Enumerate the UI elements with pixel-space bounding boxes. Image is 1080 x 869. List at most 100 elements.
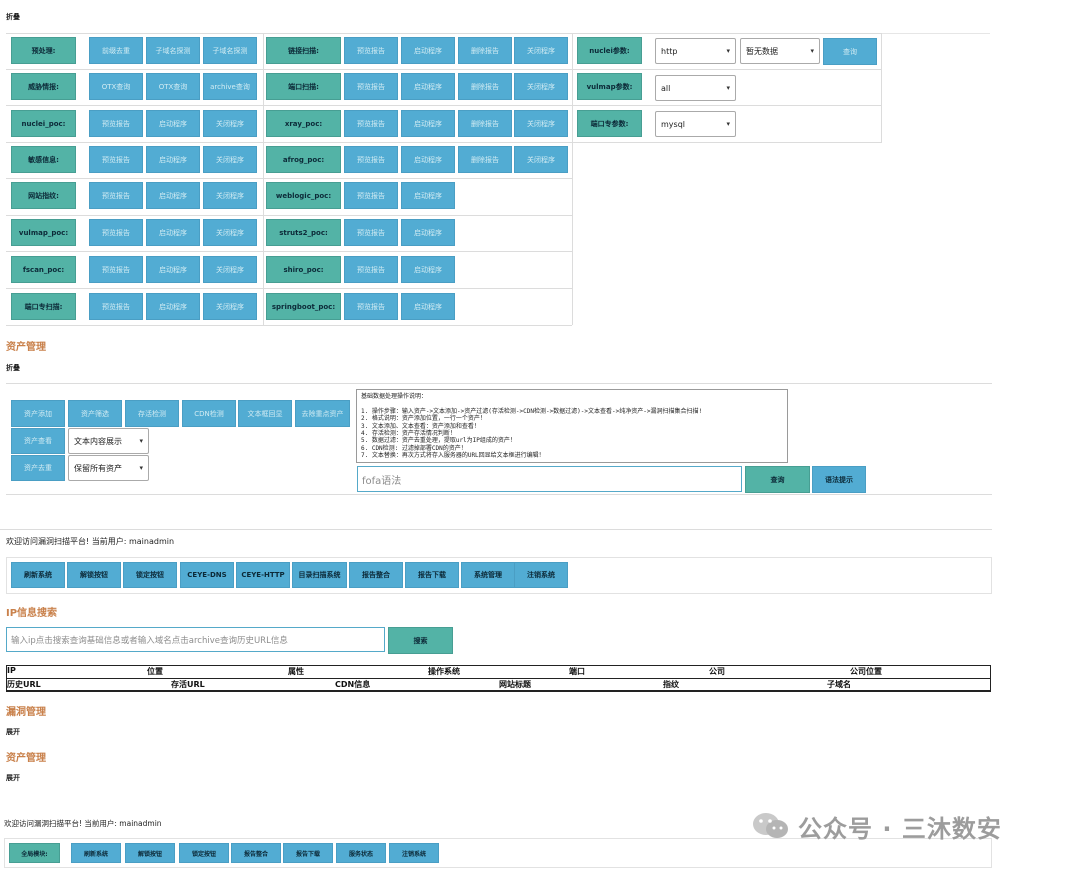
module-button-c2-1-1[interactable]: 启动程序 [401, 73, 455, 100]
port-brute-select[interactable]: mysql ▾ [655, 111, 736, 137]
asset-view-button[interactable]: 资产查看 [11, 428, 65, 454]
chevron-down-icon: ▾ [139, 464, 143, 472]
module-button-c2-4-0[interactable]: 预览报告 [344, 182, 398, 209]
module-button-c1-4-0[interactable]: 预览报告 [89, 182, 143, 209]
module-button-c1-5-1[interactable]: 启动程序 [146, 219, 200, 246]
module-button-c1-3-1[interactable]: 启动程序 [146, 146, 200, 173]
nuclei-protocol-select[interactable]: http ▾ [655, 38, 736, 64]
module-label-c2-3: afrog_poc: [266, 146, 341, 173]
global-module-button-1[interactable]: 解锁按钮 [125, 843, 175, 863]
module-button-c2-2-3[interactable]: 关闭程序 [514, 110, 568, 137]
global-toolbar-button-7[interactable]: 报告下载 [405, 562, 459, 588]
instruction-line: 2. 格式说明：资产添加位置，一行一个资产！ [361, 415, 486, 423]
module-button-c2-1-0[interactable]: 预览报告 [344, 73, 398, 100]
global-module-button-6[interactable]: 注销系统 [389, 843, 439, 863]
fofa-query-input[interactable]: fofa语法 [357, 466, 742, 492]
module-button-c1-3-2[interactable]: 关闭程序 [203, 146, 257, 173]
module-button-c2-3-0[interactable]: 预览报告 [344, 146, 398, 173]
global-module-button-2[interactable]: 锁定按钮 [179, 843, 229, 863]
asset-dedupe-button[interactable]: 资产去重 [11, 455, 65, 481]
module-button-c1-7-2[interactable]: 关闭程序 [203, 293, 257, 320]
module-button-c2-7-1[interactable]: 启动程序 [401, 293, 455, 320]
module-button-c1-1-0[interactable]: OTX查询 [89, 73, 143, 100]
instructions-textarea[interactable]: 基础数据处理操作说明： 1. 操作步骤：输入资产->文本添加->资产过滤(存活检测… [356, 389, 788, 463]
module-button-c1-6-0[interactable]: 预览报告 [89, 256, 143, 283]
module-label-c2-5: struts2_poc: [266, 219, 341, 246]
asset-action-button-4[interactable]: 文本框回显 [238, 400, 292, 427]
module-button-c1-5-0[interactable]: 预览报告 [89, 219, 143, 246]
module-button-c2-4-1[interactable]: 启动程序 [401, 182, 455, 209]
global-module-button-0[interactable]: 刷新系统 [71, 843, 121, 863]
global-toolbar-button-1[interactable]: 解锁按钮 [67, 562, 121, 588]
module-button-c2-3-3[interactable]: 关闭程序 [514, 146, 568, 173]
module-button-c1-1-1[interactable]: OTX查询 [146, 73, 200, 100]
ip-search-input[interactable]: 输入ip点击搜索查询基础信息或者输入域名点击archive查询历史URL信息 [6, 627, 385, 652]
nuclei-query-button[interactable]: 查询 [823, 38, 877, 65]
module-button-c1-5-2[interactable]: 关闭程序 [203, 219, 257, 246]
module-button-c2-0-1[interactable]: 启动程序 [401, 37, 455, 64]
asset-view-select[interactable]: 文本内容展示 ▾ [68, 428, 149, 454]
module-button-c2-5-0[interactable]: 预览报告 [344, 219, 398, 246]
module-button-c1-4-1[interactable]: 启动程序 [146, 182, 200, 209]
module-button-c1-6-1[interactable]: 启动程序 [146, 256, 200, 283]
asset-dedupe-select[interactable]: 保留所有资产 ▾ [68, 455, 149, 481]
ip-table-header-cell: 端口 [569, 667, 585, 676]
global-toolbar-button-3[interactable]: CEYE-DNS [180, 562, 234, 588]
asset-action-button-1[interactable]: 资产筛选 [68, 400, 122, 427]
module-button-c1-0-0[interactable]: 前缀去重 [89, 37, 143, 64]
nuclei-data-select[interactable]: 暂无数据 ▾ [740, 38, 820, 64]
module-button-c2-2-1[interactable]: 启动程序 [401, 110, 455, 137]
global-toolbar-button-6[interactable]: 报告整合 [349, 562, 403, 588]
vuln-expand-toggle[interactable]: 展开 [6, 727, 20, 737]
module-button-c1-7-1[interactable]: 启动程序 [146, 293, 200, 320]
module-button-c2-6-1[interactable]: 启动程序 [401, 256, 455, 283]
module-button-c2-7-0[interactable]: 预览报告 [344, 293, 398, 320]
global-module-button-4[interactable]: 报告下载 [283, 843, 333, 863]
vuln-management-title: 漏洞管理 [6, 707, 46, 718]
asset-action-button-2[interactable]: 存活检测 [125, 400, 179, 427]
asset-collapse-toggle[interactable]: 折叠 [6, 363, 20, 373]
module-button-c2-0-0[interactable]: 预览报告 [344, 37, 398, 64]
module-button-c1-6-2[interactable]: 关闭程序 [203, 256, 257, 283]
global-module-button-3[interactable]: 报告整合 [231, 843, 281, 863]
module-button-c2-2-0[interactable]: 预览报告 [344, 110, 398, 137]
module-button-c2-3-2[interactable]: 删除报告 [458, 146, 512, 173]
module-button-c2-6-0[interactable]: 预览报告 [344, 256, 398, 283]
collapse-toggle[interactable]: 折叠 [6, 12, 20, 22]
module-button-c2-0-3[interactable]: 关闭程序 [514, 37, 568, 64]
asset-action-button-0[interactable]: 资产添加 [11, 400, 65, 427]
module-label-c1-6: fscan_poc: [11, 256, 76, 283]
module-button-c1-1-2[interactable]: archive查询 [203, 73, 257, 100]
global-toolbar-button-4[interactable]: CEYE-HTTP [236, 562, 290, 588]
global-toolbar-button-0[interactable]: 刷新系统 [11, 562, 65, 588]
fofa-query-button[interactable]: 查询 [745, 466, 810, 493]
module-button-c1-2-0[interactable]: 预览报告 [89, 110, 143, 137]
ip-search-button[interactable]: 搜索 [388, 627, 453, 654]
global-toolbar-button-9[interactable]: 注销系统 [514, 562, 568, 588]
module-button-c2-5-1[interactable]: 启动程序 [401, 219, 455, 246]
module-button-c2-1-3[interactable]: 关闭程序 [514, 73, 568, 100]
asset-action-button-3[interactable]: CDN检测 [182, 400, 236, 427]
vulmap-select[interactable]: all ▾ [655, 75, 736, 101]
module-button-c1-7-0[interactable]: 预览报告 [89, 293, 143, 320]
module-button-c1-4-2[interactable]: 关闭程序 [203, 182, 257, 209]
module-button-c1-3-0[interactable]: 预览报告 [89, 146, 143, 173]
asset-action-button-5[interactable]: 去除重点资产 [295, 400, 350, 427]
module-button-c2-3-1[interactable]: 启动程序 [401, 146, 455, 173]
global-toolbar-button-5[interactable]: 目录扫描系统 [292, 562, 347, 588]
module-button-c2-0-2[interactable]: 删除报告 [458, 37, 512, 64]
global-toolbar-button-8[interactable]: 系统管理 [461, 562, 515, 588]
global-toolbar-button-2[interactable]: 锁定按钮 [123, 562, 177, 588]
module-label-c2-6: shiro_poc: [266, 256, 341, 283]
module-button-c2-1-2[interactable]: 删除报告 [458, 73, 512, 100]
module-button-c1-0-2[interactable]: 子域名探测 [203, 37, 257, 64]
module-button-c1-0-1[interactable]: 子域名探测 [146, 37, 200, 64]
global-module-button-5[interactable]: 服务状态 [336, 843, 386, 863]
module-button-c1-2-2[interactable]: 关闭程序 [203, 110, 257, 137]
asset-expand-toggle[interactable]: 展开 [6, 773, 20, 783]
module-label-c1-3: 敏感信息: [11, 146, 76, 173]
syntax-hint-button[interactable]: 语法提示 [812, 466, 866, 493]
module-button-c1-2-1[interactable]: 启动程序 [146, 110, 200, 137]
asset-management-title-2: 资产管理 [6, 753, 46, 764]
module-button-c2-2-2[interactable]: 删除报告 [458, 110, 512, 137]
